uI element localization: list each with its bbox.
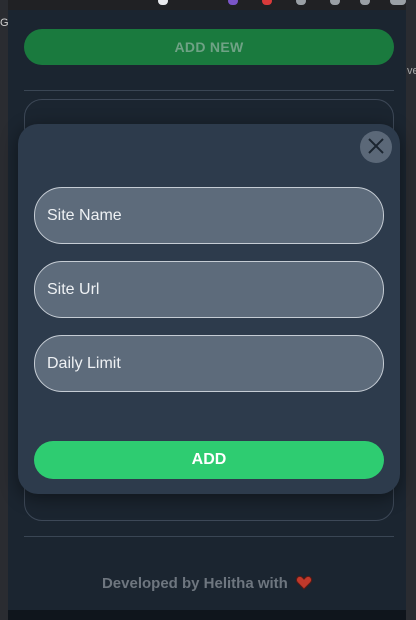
close-icon bbox=[366, 136, 386, 159]
toolbar-icon[interactable] bbox=[158, 0, 168, 5]
extension-icon[interactable] bbox=[360, 0, 370, 5]
footer: Developed by Helitha with bbox=[8, 575, 406, 594]
footer-text: Developed by Helitha with bbox=[101, 575, 288, 592]
background-text-fragment: ve bbox=[407, 65, 416, 77]
browser-toolbar-strip bbox=[0, 0, 416, 10]
add-button[interactable]: ADD bbox=[34, 441, 384, 479]
extension-icon[interactable] bbox=[262, 0, 272, 5]
divider bbox=[24, 536, 394, 537]
add-site-modal: ADD bbox=[18, 124, 400, 494]
divider bbox=[24, 90, 394, 91]
extension-icon[interactable] bbox=[228, 0, 238, 5]
background-page-right: ve bbox=[406, 0, 416, 620]
close-button[interactable] bbox=[360, 131, 392, 163]
add-new-button[interactable]: ADD NEW bbox=[24, 29, 394, 65]
site-url-input[interactable] bbox=[34, 261, 384, 318]
heart-icon bbox=[295, 575, 313, 594]
site-name-input[interactable] bbox=[34, 187, 384, 244]
profile-icon[interactable] bbox=[390, 0, 406, 5]
background-page-left: Go bbox=[0, 0, 15, 620]
extension-icon[interactable] bbox=[296, 0, 306, 5]
daily-limit-input[interactable] bbox=[34, 335, 384, 392]
extension-icon[interactable] bbox=[330, 0, 340, 5]
